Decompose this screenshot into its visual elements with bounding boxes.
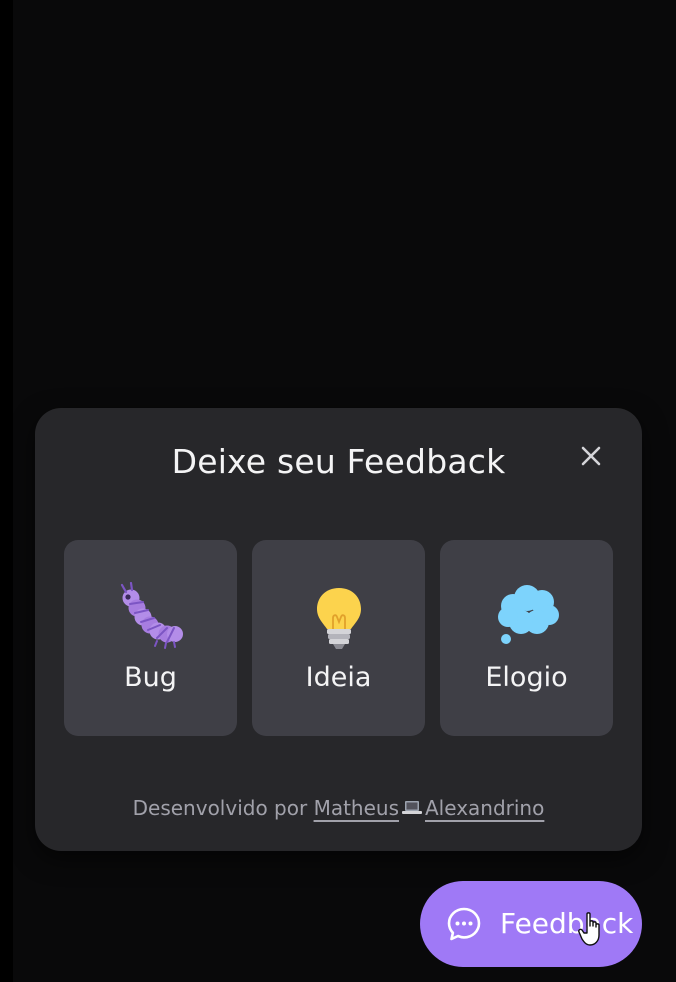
- author-last-name: Alexandrino: [425, 796, 545, 820]
- author-first-name: Matheus: [313, 796, 399, 820]
- credits-prefix: Desenvolvido por: [132, 796, 314, 820]
- feedback-button-label: Feedback: [500, 907, 634, 940]
- option-idea[interactable]: Ideia: [252, 540, 425, 736]
- close-icon: [581, 446, 601, 466]
- option-bug[interactable]: Bug: [64, 540, 237, 736]
- laptop-icon: [402, 801, 422, 814]
- thought-bubble-icon: [497, 585, 559, 644]
- option-bug-label: Bug: [124, 662, 177, 693]
- feedback-button[interactable]: Feedback: [420, 881, 642, 967]
- option-compliment-label: Elogio: [485, 662, 568, 693]
- author-link[interactable]: Matheus Alexandrino: [314, 796, 545, 820]
- feedback-widget: Deixe seu Feedback Bug Ideia Elogio Dese…: [35, 408, 642, 851]
- option-idea-label: Ideia: [305, 662, 372, 693]
- widget-title: Deixe seu Feedback: [171, 442, 506, 481]
- chat-bubble-icon: [447, 907, 481, 941]
- hand-cursor-icon: [578, 912, 600, 946]
- window-edge: [0, 0, 13, 982]
- page: Deixe seu Feedback Bug Ideia Elogio Dese…: [0, 0, 676, 982]
- feedback-type-options: Bug Ideia Elogio: [64, 540, 614, 736]
- caterpillar-icon: [120, 582, 183, 649]
- option-compliment[interactable]: Elogio: [440, 540, 613, 736]
- lightbulb-icon: [316, 588, 361, 649]
- credits-footer: Desenvolvido por Matheus Alexandrino: [35, 796, 642, 820]
- close-button[interactable]: [573, 438, 609, 474]
